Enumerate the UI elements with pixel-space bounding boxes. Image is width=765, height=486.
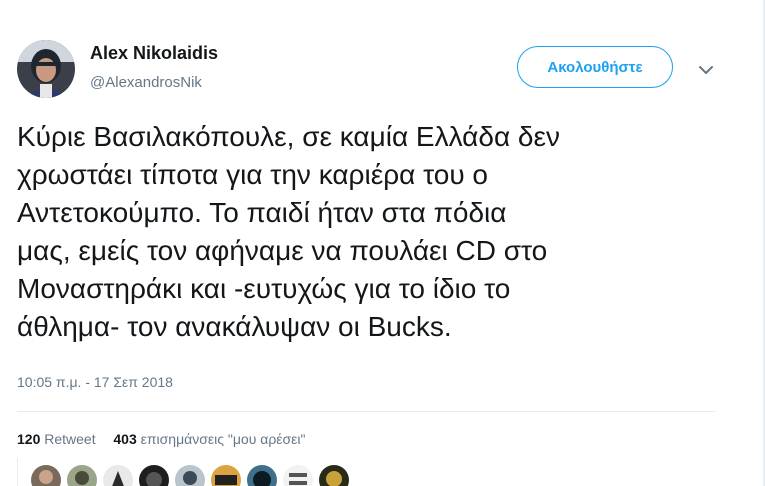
liker-avatar[interactable] bbox=[247, 465, 277, 486]
tweet-stats: 120 Retweet 403 επισημάνσεις "μου αρέσει… bbox=[17, 431, 306, 447]
tweet-text-line: άθλημα- τον ανακάλυψαν οι Bucks. bbox=[17, 311, 452, 342]
tweet-header: Alex Nikolaidis @AlexandrosNik Ακολουθήσ… bbox=[17, 40, 737, 100]
tweet-text-line: Κύριε Βασιλακόπουλε, σε καμία Ελλάδα δεν bbox=[17, 121, 560, 152]
liker-avatar[interactable] bbox=[175, 465, 205, 486]
liker-avatar[interactable] bbox=[103, 465, 133, 486]
tweet-timestamp[interactable]: 10:05 π.μ. - 17 Σεπ 2018 bbox=[17, 374, 173, 390]
liker-avatar[interactable] bbox=[67, 465, 97, 486]
chevron-down-icon[interactable] bbox=[697, 64, 715, 76]
user-handle[interactable]: @AlexandrosNik bbox=[90, 74, 202, 91]
tweet-card: Alex Nikolaidis @AlexandrosNik Ακολουθήσ… bbox=[0, 0, 765, 486]
tweet-text-line: Αντετοκούμπο. Το παιδί ήταν στα πόδια bbox=[17, 197, 507, 228]
user-name[interactable]: Alex Nikolaidis bbox=[90, 43, 218, 64]
liker-avatar[interactable] bbox=[31, 465, 61, 486]
like-count[interactable]: 403 bbox=[113, 431, 136, 447]
divider bbox=[17, 411, 716, 412]
avatar[interactable] bbox=[17, 40, 75, 98]
liker-avatar[interactable] bbox=[211, 465, 241, 486]
tweet-text: Κύριε Βασιλακόπουλε, σε καμία Ελλάδα δεν… bbox=[17, 118, 717, 346]
tweet-text-line: μας, εμείς τον αφήναμε να πουλάει CD στο bbox=[17, 235, 548, 266]
liker-avatar[interactable] bbox=[283, 465, 313, 486]
retweet-count[interactable]: 120 bbox=[17, 431, 40, 447]
liker-avatar[interactable] bbox=[319, 465, 349, 486]
tweet-text-line: χρωστάει τίποτα για την καριέρα του ο bbox=[17, 159, 488, 190]
retweet-label[interactable]: Retweet bbox=[44, 431, 95, 447]
tweet-text-line: Μοναστηράκι και -ευτυχώς για το ίδιο το bbox=[17, 273, 511, 304]
divider bbox=[17, 458, 18, 486]
follow-button[interactable]: Ακολουθήστε bbox=[517, 46, 673, 88]
liker-avatar[interactable] bbox=[139, 465, 169, 486]
liker-avatars bbox=[17, 458, 417, 486]
like-label[interactable]: επισημάνσεις "μου αρέσει" bbox=[141, 431, 306, 447]
